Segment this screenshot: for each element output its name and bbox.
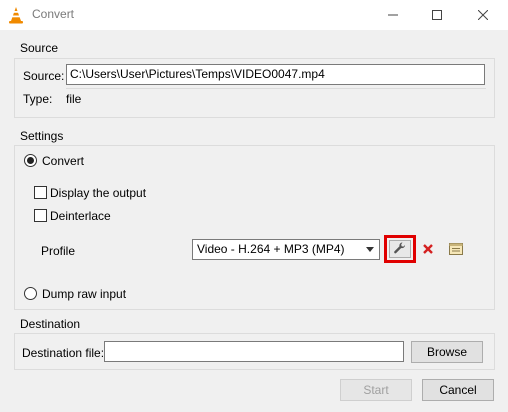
browse-button[interactable]: Browse [411, 341, 483, 363]
destination-group-title: Destination [20, 317, 81, 331]
settings-group-title: Settings [20, 129, 64, 143]
source-divider [66, 88, 486, 89]
dump-raw-radio[interactable] [24, 287, 37, 300]
source-label: Source: [23, 69, 65, 83]
deinterlace-checkbox[interactable] [34, 209, 47, 222]
vlc-cone-icon [8, 6, 24, 24]
new-profile-button[interactable] [445, 239, 467, 261]
close-button[interactable] [460, 0, 506, 30]
cancel-button[interactable]: Cancel [422, 379, 494, 401]
minimize-icon [388, 10, 398, 20]
dump-raw-label: Dump raw input [42, 287, 127, 301]
settings-group: Convert Display the output Deinterlace P… [14, 145, 495, 310]
convert-radio[interactable] [24, 154, 37, 167]
deinterlace-label: Deinterlace [50, 209, 111, 223]
edit-profile-button[interactable] [384, 235, 416, 263]
destination-file-label: Destination file: [22, 346, 105, 360]
profile-select[interactable]: Video - H.264 + MP3 (MP4) [192, 239, 380, 260]
destination-group: Destination file: Browse [14, 333, 495, 370]
new-profile-icon [448, 241, 464, 260]
start-button[interactable]: Start [340, 379, 412, 401]
delete-profile-button[interactable] [417, 239, 439, 261]
destination-file-input[interactable] [104, 341, 404, 362]
type-value: file [66, 92, 82, 106]
source-path-input[interactable]: C:\Users\User\Pictures\Temps\VIDEO0047.m… [66, 64, 485, 85]
display-output-label: Display the output [50, 186, 147, 200]
source-group: Source: C:\Users\User\Pictures\Temps\VID… [14, 58, 495, 118]
minimize-button[interactable] [370, 0, 416, 30]
profile-selected-value: Video - H.264 + MP3 (MP4) [197, 242, 345, 256]
delete-x-icon [421, 242, 435, 259]
maximize-icon [432, 10, 442, 20]
display-output-checkbox[interactable] [34, 186, 47, 199]
convert-dialog: Convert Source Source: C:\Users\User\Pic… [0, 0, 508, 412]
title-bar: Convert [0, 0, 508, 30]
profile-label: Profile [41, 244, 76, 258]
type-label: Type: [23, 92, 53, 106]
maximize-button[interactable] [414, 0, 460, 30]
close-icon [478, 10, 488, 20]
source-group-title: Source [20, 41, 59, 55]
chevron-down-icon [366, 247, 374, 252]
window-title: Convert [32, 7, 75, 21]
convert-label: Convert [42, 154, 85, 168]
wrench-icon [393, 241, 407, 258]
